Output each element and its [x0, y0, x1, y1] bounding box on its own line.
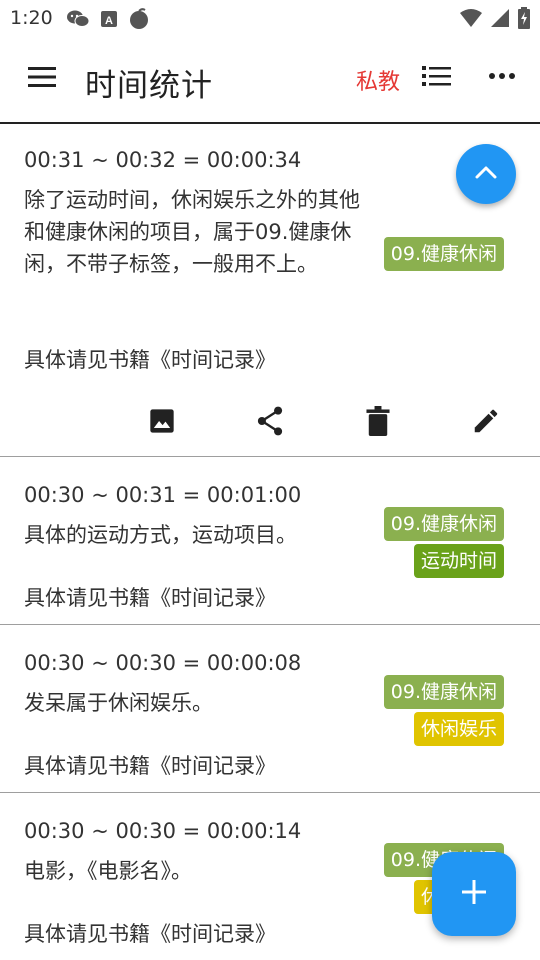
wifi-icon [460, 8, 482, 32]
edit-button[interactable] [469, 406, 503, 440]
record-description: 电影，《电影名》。 [24, 859, 192, 883]
record-card[interactable]: 00:30 ~ 00:30 = 00:00:08 发呆属于休闲娱乐。 09.健康… [0, 625, 540, 793]
image-icon [148, 407, 176, 439]
menu-icon [28, 66, 56, 92]
record-description: 具体的运动方式，运动项目。 [24, 523, 297, 547]
status-right-icons [460, 7, 530, 33]
record-reference: 具体请见书籍《时间记录》 [24, 754, 276, 778]
list-icon [422, 66, 452, 92]
add-record-button[interactable] [432, 852, 516, 936]
delete-icon [366, 406, 390, 440]
image-button[interactable] [145, 406, 179, 440]
battery-charging-icon [518, 7, 530, 33]
status-bar: 1:20 A [0, 0, 540, 38]
record-description: 发呆属于休闲娱乐。 [24, 691, 213, 715]
delete-button[interactable] [361, 406, 395, 440]
tag-leisure-entertainment[interactable]: 休闲娱乐 [413, 712, 504, 746]
more-horizontal-icon [488, 71, 516, 90]
tag-health-leisure[interactable]: 09.健康休闲 [383, 675, 504, 709]
record-time-range: 00:31 ~ 00:32 = 00:00:34 [24, 148, 302, 172]
record-reference: 具体请见书籍《时间记录》 [24, 586, 276, 610]
list-view-button[interactable] [422, 64, 454, 92]
chevron-up-icon [474, 164, 498, 184]
status-left-icons: A [66, 8, 150, 34]
share-button[interactable] [253, 406, 287, 440]
tag-exercise-time[interactable]: 运动时间 [413, 544, 504, 578]
translate-icon: A [100, 10, 118, 32]
record-actions [0, 394, 540, 452]
record-time-range: 00:30 ~ 00:30 = 00:00:14 [24, 819, 302, 843]
record-reference: 具体请见书籍《时间记录》 [24, 348, 276, 372]
app-icon [128, 8, 150, 34]
menu-button[interactable] [22, 62, 62, 96]
page-title: 时间统计 [85, 68, 213, 104]
share-icon [256, 406, 284, 440]
record-time-range: 00:30 ~ 00:30 = 00:00:08 [24, 651, 302, 675]
status-time: 1:20 [10, 7, 53, 29]
edit-icon [471, 406, 501, 440]
record-time-range: 00:30 ~ 00:31 = 00:01:00 [24, 483, 302, 507]
record-description: 除了运动时间，休闲娱乐之外的其他和健康休闲的项目，属于09.健康休闲，不带子标签… [24, 188, 360, 276]
record-card[interactable]: 00:30 ~ 00:31 = 00:01:00 具体的运动方式，运动项目。 0… [0, 457, 540, 625]
wechat-icon [66, 9, 90, 33]
private-coach-button[interactable]: 私教 [356, 64, 400, 96]
scroll-to-top-button[interactable] [456, 144, 516, 204]
app-bar: 时间统计 私教 [0, 38, 540, 124]
tag-health-leisure[interactable]: 09.健康休闲 [383, 237, 504, 271]
tag-health-leisure[interactable]: 09.健康休闲 [383, 507, 504, 541]
record-reference: 具体请见书籍《时间记录》 [24, 922, 276, 946]
plus-icon [460, 878, 488, 910]
signal-icon [490, 8, 510, 32]
more-options-button[interactable] [488, 66, 520, 90]
svg-text:A: A [105, 15, 113, 27]
